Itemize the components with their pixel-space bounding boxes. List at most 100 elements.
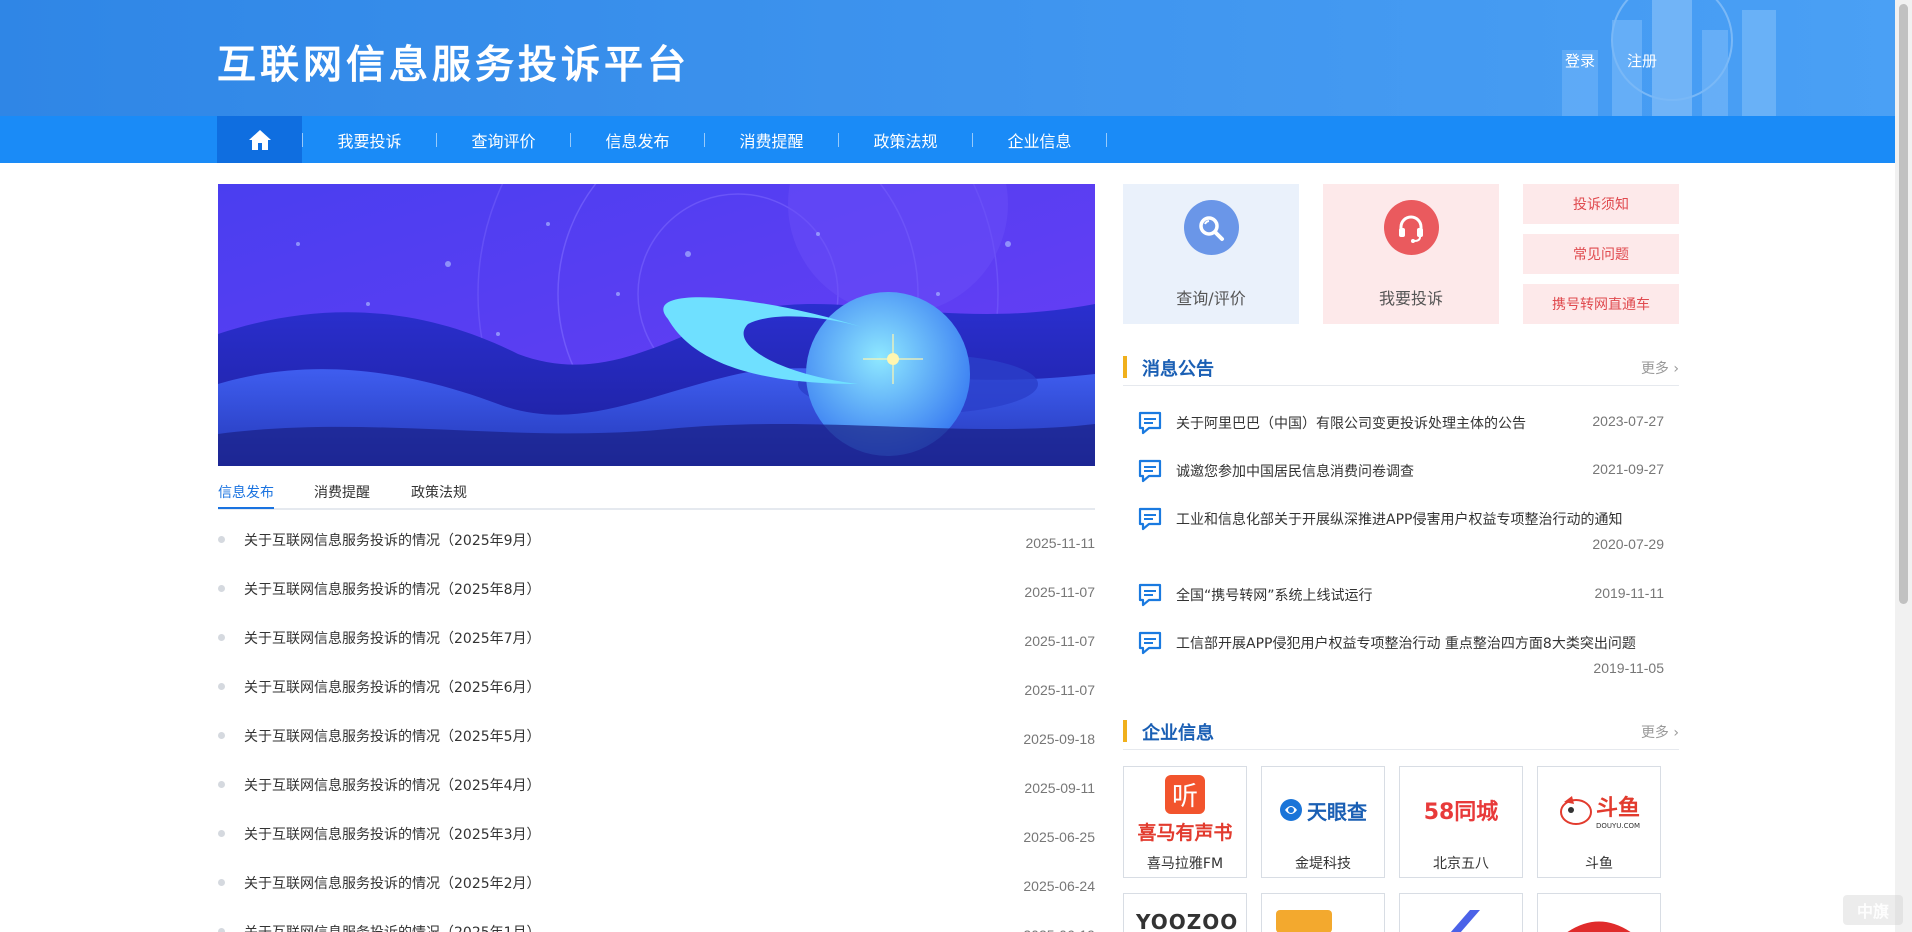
- notice-item[interactable]: 诚邀您参加中国居民信息消费问卷调查 2021-09-27: [1137, 458, 1664, 498]
- nav-home-button[interactable]: [217, 116, 302, 163]
- query-evaluate-card[interactable]: 查询/评价: [1123, 184, 1299, 324]
- hero-banner[interactable]: [218, 184, 1095, 466]
- news-title[interactable]: 关于互联网信息服务投诉的情况（2025年8月）: [244, 579, 541, 599]
- enterprise-card[interactable]: [1261, 893, 1385, 932]
- news-date: 2025-11-07: [1024, 633, 1095, 649]
- notice-title[interactable]: 工信部开展APP侵犯用户权益专项整治行动 重点整治四方面8大类突出问题: [1176, 633, 1636, 653]
- nav-separator: [1106, 132, 1107, 147]
- section-accent-bar: [1123, 720, 1127, 742]
- message-icon: [1138, 583, 1162, 607]
- news-title[interactable]: 关于互联网信息服务投诉的情况（2025年1月）: [244, 922, 541, 932]
- tab-consumer-alert[interactable]: 消费提醒: [314, 482, 370, 502]
- bullet-icon: [218, 732, 225, 739]
- tab-info-release[interactable]: 信息发布: [218, 482, 274, 502]
- ximalaya-logo-glyph: 听: [1165, 775, 1205, 814]
- list-item[interactable]: 关于互联网信息服务投诉的情况（2025年7月） 2025-11-07: [218, 614, 1095, 663]
- list-item[interactable]: 关于互联网信息服务投诉的情况（2025年9月） 2025-11-11: [218, 516, 1095, 565]
- tab-policy[interactable]: 政策法规: [411, 482, 467, 502]
- enterprise-name: 喜马拉雅FM: [1146, 856, 1224, 872]
- banner-illustration: [218, 184, 1095, 466]
- enterprise-card[interactable]: 天眼查 金堤科技: [1261, 766, 1385, 878]
- nav-item-policy[interactable]: 政策法规: [839, 116, 972, 163]
- main-nav: 我要投诉 查询评价 信息发布 消费提醒 政策法规 企业信息: [0, 116, 1912, 163]
- nav-item-label: 企业信息: [1007, 131, 1072, 151]
- site-title[interactable]: 互联网信息服务投诉平台: [217, 34, 690, 90]
- enterprise-card[interactable]: 斗鱼 DOUYU.COM 斗鱼: [1537, 766, 1661, 878]
- enterprise-section-header: 企业信息 更多 ›: [1123, 718, 1679, 750]
- faq-button[interactable]: 常见问题: [1523, 234, 1679, 274]
- nav-item-info-release[interactable]: 信息发布: [571, 116, 704, 163]
- news-title[interactable]: 关于互联网信息服务投诉的情况（2025年6月）: [244, 677, 541, 697]
- list-item[interactable]: 关于互联网信息服务投诉的情况（2025年1月） 2025-06-19: [218, 908, 1095, 932]
- news-date: 2025-06-25: [1023, 829, 1095, 845]
- enterprise-more-link[interactable]: 更多 ›: [1641, 722, 1679, 742]
- notice-title[interactable]: 全国“携号转网”系统上线试运行: [1176, 585, 1373, 605]
- enterprise-title: 企业信息: [1142, 723, 1214, 744]
- more-label: 更多: [1640, 725, 1669, 741]
- douyu-logo-text: 斗鱼: [1595, 796, 1640, 821]
- nav-item-complain[interactable]: 我要投诉: [303, 116, 436, 163]
- notices-more-link[interactable]: 更多 ›: [1641, 358, 1679, 378]
- news-title[interactable]: 关于互联网信息服务投诉的情况（2025年3月）: [244, 824, 541, 844]
- message-icon: [1138, 631, 1162, 655]
- enterprise-card[interactable]: YOOZOO: [1123, 893, 1247, 932]
- tianyancha-logo-text: 天眼查: [1307, 799, 1367, 824]
- news-title[interactable]: 关于互联网信息服务投诉的情况（2025年2月）: [244, 873, 541, 893]
- list-item[interactable]: 关于互联网信息服务投诉的情况（2025年6月） 2025-11-07: [218, 663, 1095, 712]
- notice-item[interactable]: 工业和信息化部关于开展纵深推进APP侵害用户权益专项整治行动的通知 2020-0…: [1137, 506, 1664, 566]
- notice-item[interactable]: 工信部开展APP侵犯用户权益专项整治行动 重点整治四方面8大类突出问题 2019…: [1137, 630, 1664, 690]
- enterprise-card[interactable]: [1537, 893, 1661, 932]
- notice-title[interactable]: 诚邀您参加中国居民信息消费问卷调查: [1176, 461, 1414, 481]
- chevron-right-icon: ›: [1673, 361, 1679, 377]
- active-tab-indicator: [218, 507, 274, 509]
- number-portability-button[interactable]: 携号转网直通车: [1523, 284, 1679, 324]
- enterprise-card[interactable]: 听 喜马有声书 喜马拉雅FM: [1123, 766, 1247, 878]
- list-item[interactable]: 关于互联网信息服务投诉的情况（2025年2月） 2025-06-24: [218, 859, 1095, 908]
- register-link[interactable]: 注册: [1627, 50, 1657, 71]
- bullet-icon: [218, 879, 225, 886]
- nav-item-enterprise[interactable]: 企业信息: [973, 116, 1106, 163]
- bullet-icon: [218, 585, 225, 592]
- douyu-logo: 斗鱼 DOUYU.COM: [1538, 775, 1660, 845]
- nav-item-query[interactable]: 查询评价: [437, 116, 570, 163]
- notice-item[interactable]: 关于阿里巴巴（中国）有限公司变更投诉处理主体的公告 2023-07-27: [1137, 410, 1664, 450]
- list-item[interactable]: 关于互联网信息服务投诉的情况（2025年5月） 2025-09-18: [218, 712, 1095, 761]
- scrollbar-thumb[interactable]: [1899, 4, 1908, 604]
- notice-date: 2019-11-11: [1594, 585, 1664, 601]
- complain-card[interactable]: 我要投诉: [1323, 184, 1499, 324]
- complaint-guide-button[interactable]: 投诉须知: [1523, 184, 1679, 224]
- yoozoo-logo-text: YOOZOO: [1136, 910, 1239, 932]
- notice-title[interactable]: 关于阿里巴巴（中国）有限公司变更投诉处理主体的公告: [1176, 413, 1526, 433]
- bullet-icon: [218, 634, 225, 641]
- enterprise-logo-partial: [1450, 910, 1480, 932]
- enterprise-card[interactable]: 58同城 北京五八: [1399, 766, 1523, 878]
- news-date: 2025-11-07: [1024, 584, 1095, 600]
- notice-item[interactable]: 全国“携号转网”系统上线试运行 2019-11-11: [1137, 582, 1664, 622]
- news-title[interactable]: 关于互联网信息服务投诉的情况（2025年4月）: [244, 775, 541, 795]
- search-icon: [1183, 200, 1239, 255]
- enterprise-card[interactable]: [1399, 893, 1523, 932]
- news-title[interactable]: 关于互联网信息服务投诉的情况（2025年9月）: [244, 530, 541, 550]
- nav-item-consumer-alert[interactable]: 消费提醒: [705, 116, 838, 163]
- nav-item-label: 信息发布: [605, 131, 670, 151]
- message-icon: [1138, 507, 1162, 531]
- page-scrollbar[interactable]: [1895, 0, 1912, 932]
- bullet-icon: [218, 536, 225, 543]
- enterprise-name: 金堤科技: [1295, 856, 1351, 872]
- 58tongcheng-logo: 58同城: [1400, 775, 1522, 845]
- enterprise-name: 斗鱼: [1585, 856, 1613, 872]
- list-item[interactable]: 关于互联网信息服务投诉的情况（2025年4月） 2025-09-11: [218, 761, 1095, 810]
- notice-title[interactable]: 工业和信息化部关于开展纵深推进APP侵害用户权益专项整治行动的通知: [1176, 509, 1622, 529]
- notice-date: 2019-11-05: [1593, 660, 1664, 676]
- news-title[interactable]: 关于互联网信息服务投诉的情况（2025年5月）: [244, 726, 541, 746]
- login-link[interactable]: 登录: [1565, 50, 1595, 71]
- news-title[interactable]: 关于互联网信息服务投诉的情况（2025年7月）: [244, 628, 541, 648]
- news-date: 2025-09-11: [1024, 780, 1095, 796]
- news-list: 关于互联网信息服务投诉的情况（2025年9月） 2025-11-11 关于互联网…: [218, 516, 1095, 932]
- nav-item-label: 查询评价: [471, 131, 536, 151]
- news-date: 2025-06-19: [1023, 927, 1095, 932]
- list-item[interactable]: 关于互联网信息服务投诉的情况（2025年3月） 2025-06-25: [218, 810, 1095, 859]
- ximalaya-logo: 听 喜马有声书: [1124, 775, 1246, 845]
- list-item[interactable]: 关于互联网信息服务投诉的情况（2025年8月） 2025-11-07: [218, 565, 1095, 614]
- site-header: 互联网信息服务投诉平台 登录 注册: [0, 0, 1912, 116]
